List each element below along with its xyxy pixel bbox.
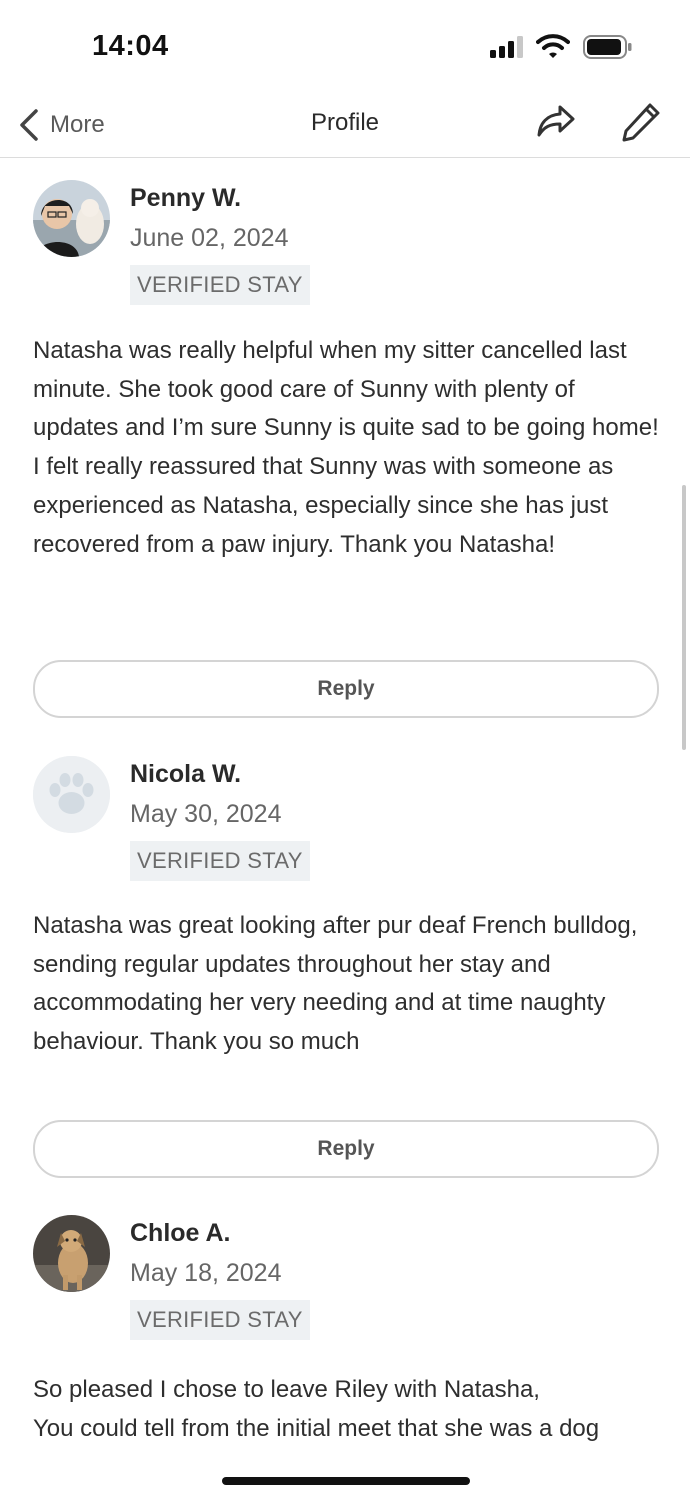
review-text-line: So pleased I chose to leave Riley with N… bbox=[33, 1376, 540, 1403]
status-bar: 14:04 bbox=[0, 0, 690, 95]
pencil-icon[interactable] bbox=[620, 101, 662, 143]
wifi-icon bbox=[536, 34, 570, 58]
avatar bbox=[33, 180, 110, 257]
avatar-photo bbox=[33, 1215, 110, 1292]
reply-button[interactable]: Reply bbox=[33, 660, 659, 718]
share-arrow-icon[interactable] bbox=[536, 103, 576, 139]
reply-button[interactable]: Reply bbox=[33, 1120, 659, 1178]
review-date: June 02, 2024 bbox=[130, 224, 289, 252]
status-time: 14:04 bbox=[92, 30, 169, 62]
review-text: So pleased I chose to leave Riley with N… bbox=[33, 1371, 663, 1448]
review-text: Natasha was great looking after pur deaf… bbox=[33, 912, 638, 1056]
review-text: Natasha was really helpful when my sitte… bbox=[33, 337, 659, 558]
review-date: May 18, 2024 bbox=[130, 1259, 282, 1287]
verified-stay-badge: VERIFIED STAY bbox=[130, 1300, 310, 1340]
reviewer-name: Chloe A. bbox=[130, 1219, 231, 1247]
reviewer-name: Nicola W. bbox=[130, 760, 242, 788]
verified-stay-badge: VERIFIED STAY bbox=[130, 265, 310, 305]
page-title: Profile bbox=[310, 109, 380, 136]
review-text-line: You could tell from the initial meet tha… bbox=[33, 1414, 600, 1442]
review-date: May 30, 2024 bbox=[130, 800, 282, 828]
avatar bbox=[33, 756, 110, 833]
avatar-photo bbox=[33, 180, 110, 257]
avatar bbox=[33, 1215, 110, 1292]
battery-icon bbox=[583, 35, 632, 59]
cellular-signal-icon bbox=[490, 36, 523, 58]
paw-icon bbox=[33, 756, 110, 833]
reviewer-name: Penny W. bbox=[130, 184, 242, 212]
verified-stay-badge: VERIFIED STAY bbox=[130, 841, 310, 881]
navigation-bar: More Profile bbox=[0, 95, 690, 158]
scrollbar[interactable] bbox=[682, 485, 686, 750]
home-indicator bbox=[222, 1477, 470, 1485]
